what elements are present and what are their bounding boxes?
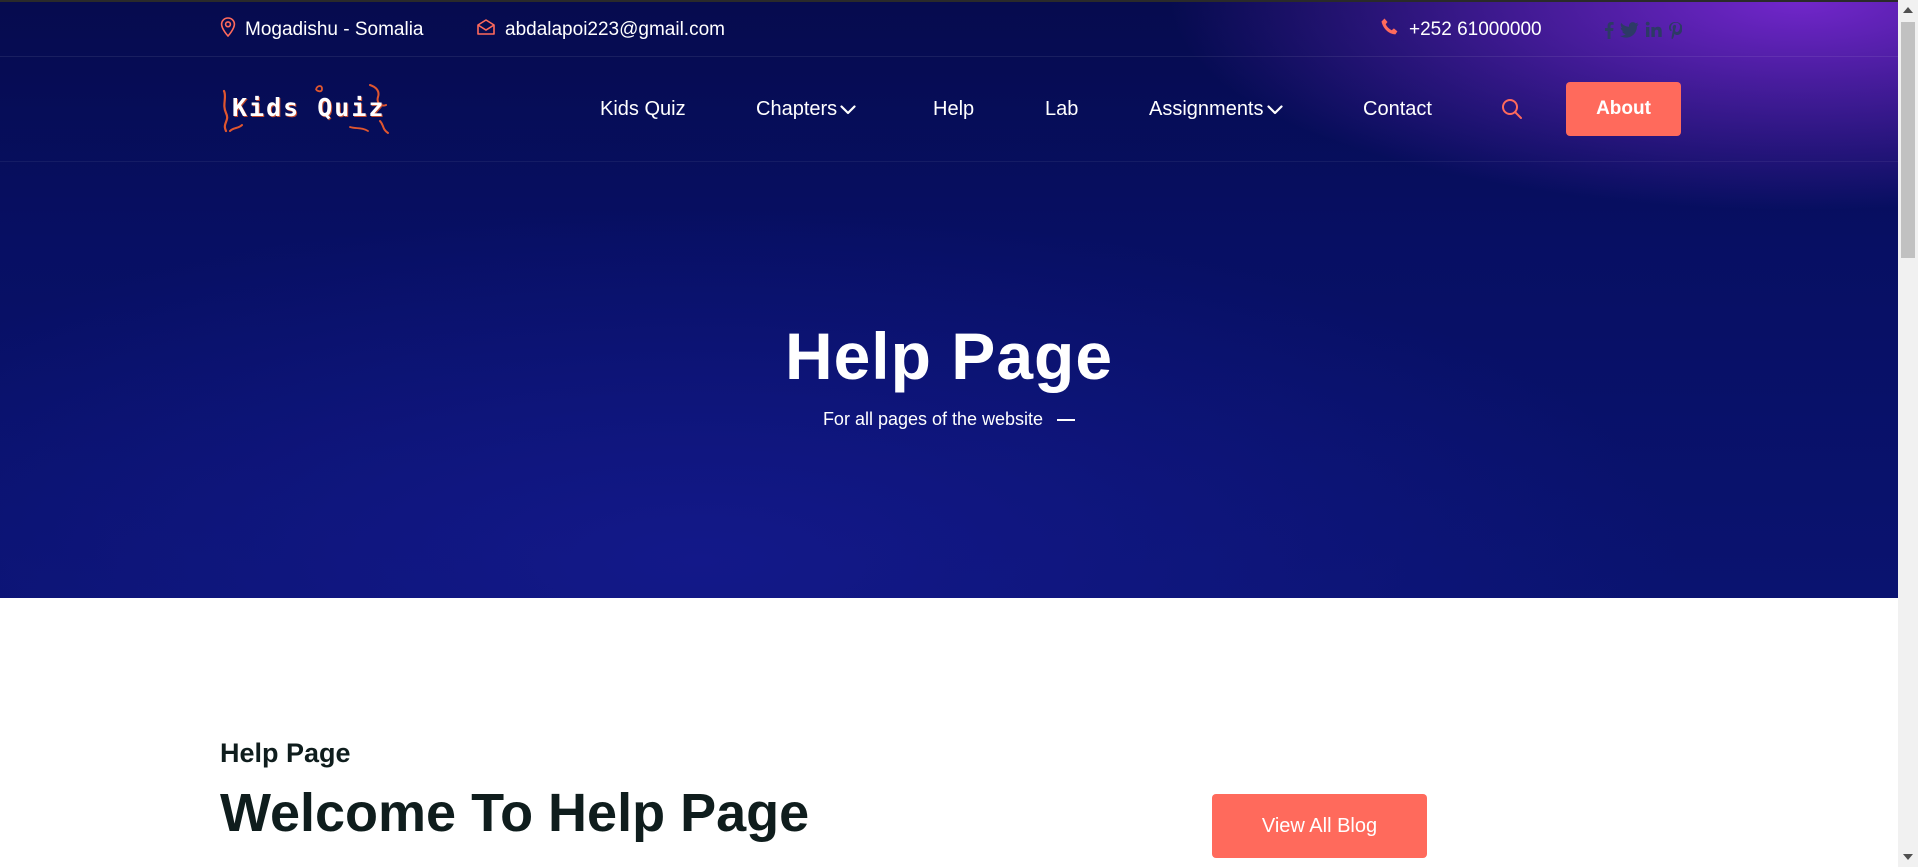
hero-section: Mogadishu - Somalia abdalapoi223@gmail.c… xyxy=(0,0,1898,598)
logo-text: Kids Quiz xyxy=(232,93,386,122)
social-links xyxy=(1604,2,1682,57)
scrollbar-thumb[interactable] xyxy=(1901,22,1915,258)
phone-icon xyxy=(1380,17,1400,43)
section-heading: Welcome To Help Page xyxy=(220,783,810,843)
scroll-up-arrow-icon[interactable] xyxy=(1898,0,1918,20)
about-button[interactable]: About xyxy=(1566,82,1681,136)
envelope-icon xyxy=(476,18,496,42)
nav-item-label: Lab xyxy=(1045,98,1079,120)
phone-item[interactable]: +252 61000000 xyxy=(1380,2,1542,57)
site-logo[interactable]: Kids Quiz xyxy=(220,81,402,137)
nav-item-label: Help xyxy=(933,98,975,120)
location-pin-icon xyxy=(220,16,236,43)
location-text: Mogadishu - Somalia xyxy=(245,18,424,40)
scroll-down-arrow-icon[interactable] xyxy=(1898,847,1918,867)
twitter-icon[interactable] xyxy=(1620,21,1639,38)
nav-item-label: Kids Quiz xyxy=(600,98,686,120)
hero-dash-divider xyxy=(1057,418,1076,421)
nav-item-chapters[interactable]: Chapters xyxy=(756,57,856,162)
hero-subtitle: For all pages of the website xyxy=(822,409,1044,429)
nav-item-label: Assignments xyxy=(1149,98,1264,120)
main-navbar: Kids Quiz Kids Quiz Chapters Help Lab As… xyxy=(0,57,1898,162)
chevron-down-icon xyxy=(840,104,856,115)
email-item[interactable]: abdalapoi223@gmail.com xyxy=(476,2,725,57)
location-item: Mogadishu - Somalia xyxy=(220,2,423,57)
nav-item-help[interactable]: Help xyxy=(933,57,974,162)
page-scrollbar[interactable] xyxy=(1898,0,1918,867)
nav-item-label: Chapters xyxy=(756,98,838,120)
hero-title: Help Page xyxy=(784,319,1114,393)
page-viewport: Mogadishu - Somalia abdalapoi223@gmail.c… xyxy=(0,0,1898,867)
facebook-icon[interactable] xyxy=(1604,21,1614,39)
nav-item-contact[interactable]: Contact xyxy=(1363,57,1432,162)
section-eyebrow: Help Page xyxy=(220,738,351,768)
hero-subtitle-row: For all pages of the website xyxy=(0,409,1898,430)
search-icon[interactable] xyxy=(1500,97,1524,121)
pinterest-icon[interactable] xyxy=(1668,21,1682,39)
nav-item-kids-quiz[interactable]: Kids Quiz xyxy=(600,57,686,162)
phone-number[interactable]: +252 61000000 xyxy=(1409,19,1542,41)
nav-item-lab[interactable]: Lab xyxy=(1045,57,1078,162)
nav-item-label: Contact xyxy=(1363,98,1432,120)
linkedin-icon[interactable] xyxy=(1645,21,1662,38)
top-info-bar: Mogadishu - Somalia abdalapoi223@gmail.c… xyxy=(0,2,1898,57)
nav-item-assignments[interactable]: Assignments xyxy=(1149,57,1283,162)
email-link[interactable]: abdalapoi223@gmail.com xyxy=(505,19,725,41)
chevron-down-icon xyxy=(1266,104,1283,115)
view-all-blog-button[interactable]: View All Blog xyxy=(1212,794,1427,858)
